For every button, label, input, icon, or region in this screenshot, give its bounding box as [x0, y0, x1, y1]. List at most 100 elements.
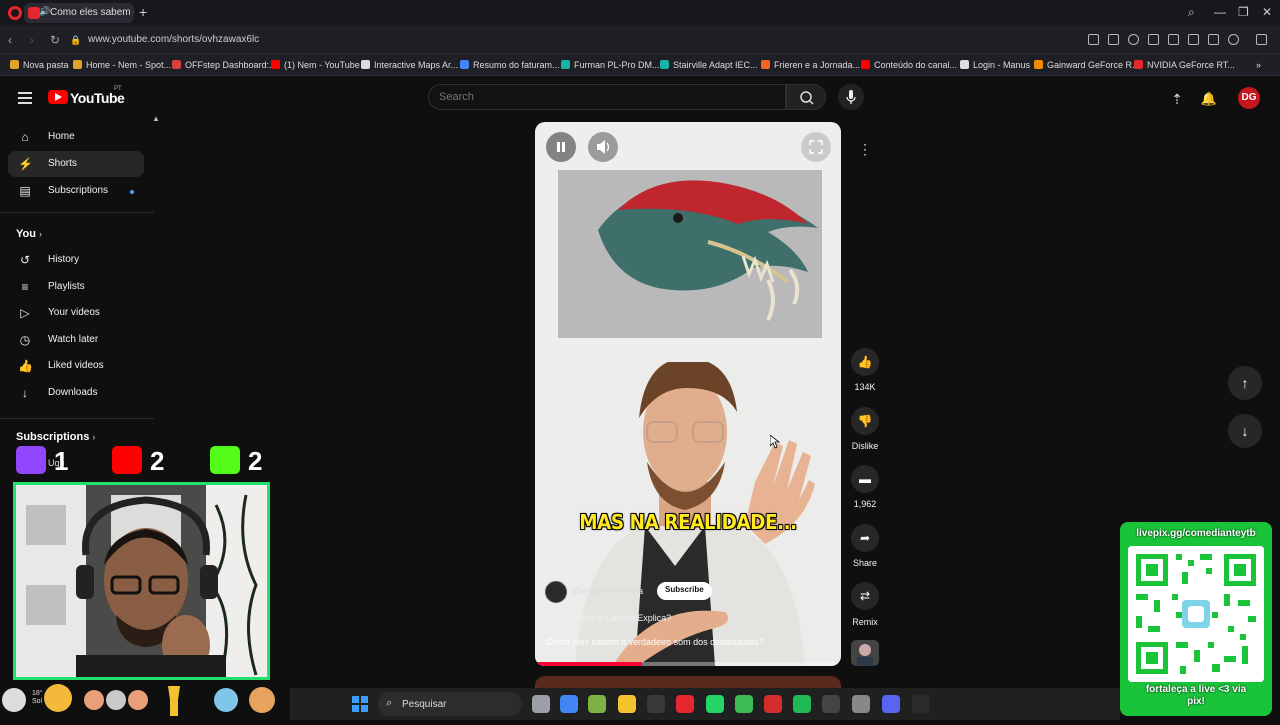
search-box[interactable] — [428, 84, 786, 110]
charts-app-icon[interactable] — [588, 695, 606, 713]
bookmark-item[interactable]: Resumo do faturam... — [460, 60, 560, 70]
channel-name[interactable]: @antoniomiranda — [572, 586, 643, 596]
adobe-app-icon[interactable] — [764, 695, 782, 713]
settings-app-icon[interactable] — [852, 695, 870, 713]
profile-icon[interactable] — [1228, 34, 1239, 45]
chrome-icon[interactable] — [560, 695, 578, 713]
channel-avatar[interactable] — [545, 581, 567, 603]
upload-icon[interactable]: ⇡ — [1168, 90, 1186, 108]
sound-thumbnail[interactable] — [851, 640, 879, 666]
weather-widget[interactable]: 18° Sol — [32, 690, 43, 706]
extensions-icon[interactable] — [1256, 34, 1267, 45]
sidebar-item-label: Liked videos — [48, 360, 104, 372]
voice-search-button[interactable] — [838, 84, 864, 110]
sidebar-item-history[interactable]: ↺ History — [8, 247, 144, 273]
you-heading[interactable]: You › — [16, 228, 42, 240]
forward-button[interactable]: › — [30, 33, 34, 47]
fullscreen-button[interactable] — [801, 132, 831, 162]
tab-search-icon[interactable]: ⌕ — [1188, 5, 1195, 20]
sidebar-item-downloads[interactable]: ↓ Downloads — [8, 380, 144, 406]
sidebar-item-your-videos[interactable]: ▷ Your videos — [8, 300, 144, 326]
windows-start-icon[interactable] — [352, 696, 368, 712]
task-view-icon[interactable] — [532, 695, 550, 713]
youtube-logo-text[interactable]: YouTube — [70, 90, 125, 106]
heart-icon[interactable] — [1168, 34, 1179, 45]
bookmark-item[interactable]: Stairville Adapt IEC... — [660, 60, 758, 70]
whatsapp-icon[interactable] — [706, 695, 724, 713]
dislike-button[interactable]: 👎 — [851, 407, 879, 435]
reload-button[interactable]: ↻ — [50, 33, 60, 47]
site-info-icon[interactable]: 🔒 — [70, 35, 81, 46]
bookmark-item[interactable]: Interactive Maps Ar... — [361, 60, 458, 70]
qr-code-icon — [1128, 546, 1264, 682]
notifications-bell-icon[interactable]: 🔔 — [1200, 90, 1218, 108]
comments-button[interactable]: ▬ — [851, 465, 879, 493]
sidebar-item-playlists[interactable]: ≡ Playlists — [8, 274, 144, 300]
download-icon[interactable] — [1188, 34, 1199, 45]
vpn-icon[interactable] — [1128, 34, 1139, 45]
minimize-button[interactable]: — — [1214, 5, 1226, 19]
sidebar-item-shorts[interactable]: ⚡ Shorts — [8, 151, 144, 177]
like-button[interactable]: 👍 — [851, 348, 879, 376]
sound-avatar-icon — [857, 644, 873, 666]
sound-app-icon[interactable] — [822, 695, 840, 713]
bookmark-item[interactable]: Nova pasta — [10, 60, 69, 70]
shorts-player[interactable]: MAS NA REALIDADE... @antoniomiranda Subs… — [535, 122, 841, 666]
search-input[interactable] — [439, 91, 759, 103]
bookmark-item[interactable]: Conteúdo do canal... — [861, 60, 957, 70]
thumbs-up-icon: 👍 — [857, 355, 873, 369]
sidebar-item-liked-videos[interactable]: 👍 Liked videos — [8, 353, 144, 379]
spotify-icon[interactable] — [793, 695, 811, 713]
new-tab-button[interactable]: + — [139, 4, 153, 20]
edit-icon[interactable] — [1088, 34, 1099, 45]
sidebar-item-watch-later[interactable]: ◷ Watch later — [8, 327, 144, 353]
shield-app-icon[interactable] — [735, 695, 753, 713]
close-window-button[interactable]: ✕ — [1262, 5, 1272, 19]
subscription-channel-partial[interactable]: Uqu — [48, 458, 65, 468]
player-icon[interactable] — [1148, 34, 1159, 45]
next-short-button[interactable]: ↓ — [1228, 414, 1262, 448]
bookmark-item[interactable]: Furman PL-Pro DM... — [561, 60, 660, 70]
previous-short-button[interactable]: ↑ — [1228, 366, 1262, 400]
taskbar-search[interactable]: ⌕ Pesquisar — [378, 692, 522, 716]
bookmark-item[interactable]: (1) Nem - YouTube — [271, 60, 360, 70]
back-button[interactable]: ‹ — [8, 33, 12, 47]
bookmark-item[interactable]: OFFstep Dashboard:... — [172, 60, 277, 70]
url-field[interactable]: www.youtube.com/shorts/ovhzawax6lc — [88, 34, 259, 45]
file-explorer-icon[interactable] — [618, 695, 636, 713]
store-icon[interactable] — [647, 695, 665, 713]
bookmark-item[interactable]: Login - Manus — [960, 60, 1030, 70]
like-count: 134K — [854, 382, 876, 392]
playlist-link[interactable]: ▶ Será que a Ciência Explica? — [547, 613, 671, 623]
maximize-button[interactable]: ❐ — [1238, 5, 1249, 19]
menu-icon[interactable] — [1208, 34, 1219, 45]
volume-button[interactable] — [588, 132, 618, 162]
subscribe-button[interactable]: Subscribe — [657, 582, 712, 600]
bookmark-item[interactable]: NVIDIA GeForce RT... — [1134, 60, 1235, 70]
opera-logo-icon[interactable] — [8, 6, 22, 20]
tab-audio-icon[interactable]: 🔊 — [39, 6, 50, 17]
camera-icon[interactable] — [1108, 34, 1119, 45]
sidebar-item-subscriptions[interactable]: ▤ Subscriptions — [8, 178, 144, 204]
scroll-up-arrow-icon[interactable]: ▲ — [152, 114, 160, 123]
pause-button[interactable] — [546, 132, 576, 162]
progress-bar[interactable] — [535, 662, 841, 666]
subscriptions-heading[interactable]: Subscriptions › — [16, 431, 95, 443]
bookmark-item[interactable]: Frieren e a Jornada... — [761, 60, 860, 70]
sidebar-item-home[interactable]: ⌂ Home — [8, 124, 144, 150]
bookmark-item[interactable]: Home - Nem - Spot... — [73, 60, 171, 70]
more-bookmarks-icon[interactable]: » — [1256, 60, 1261, 70]
obs-icon[interactable] — [912, 695, 930, 713]
search-button[interactable] — [786, 84, 826, 110]
playlists-icon: ≡ — [21, 279, 29, 294]
more-options-icon[interactable]: ⋮ — [852, 136, 878, 162]
account-avatar[interactable]: DG — [1238, 87, 1260, 109]
opera-icon[interactable] — [676, 695, 694, 713]
browser-tab-active[interactable]: 🔊 Como eles sabem o ve — [24, 3, 134, 23]
youtube-logo-icon[interactable] — [48, 90, 68, 104]
share-button[interactable]: ➦ — [851, 524, 879, 552]
bookmark-item[interactable]: Gainward GeForce R... — [1034, 60, 1140, 70]
discord-icon[interactable] — [882, 695, 900, 713]
hamburger-menu-icon[interactable] — [18, 92, 32, 104]
remix-button[interactable]: ⇄ — [851, 582, 879, 610]
